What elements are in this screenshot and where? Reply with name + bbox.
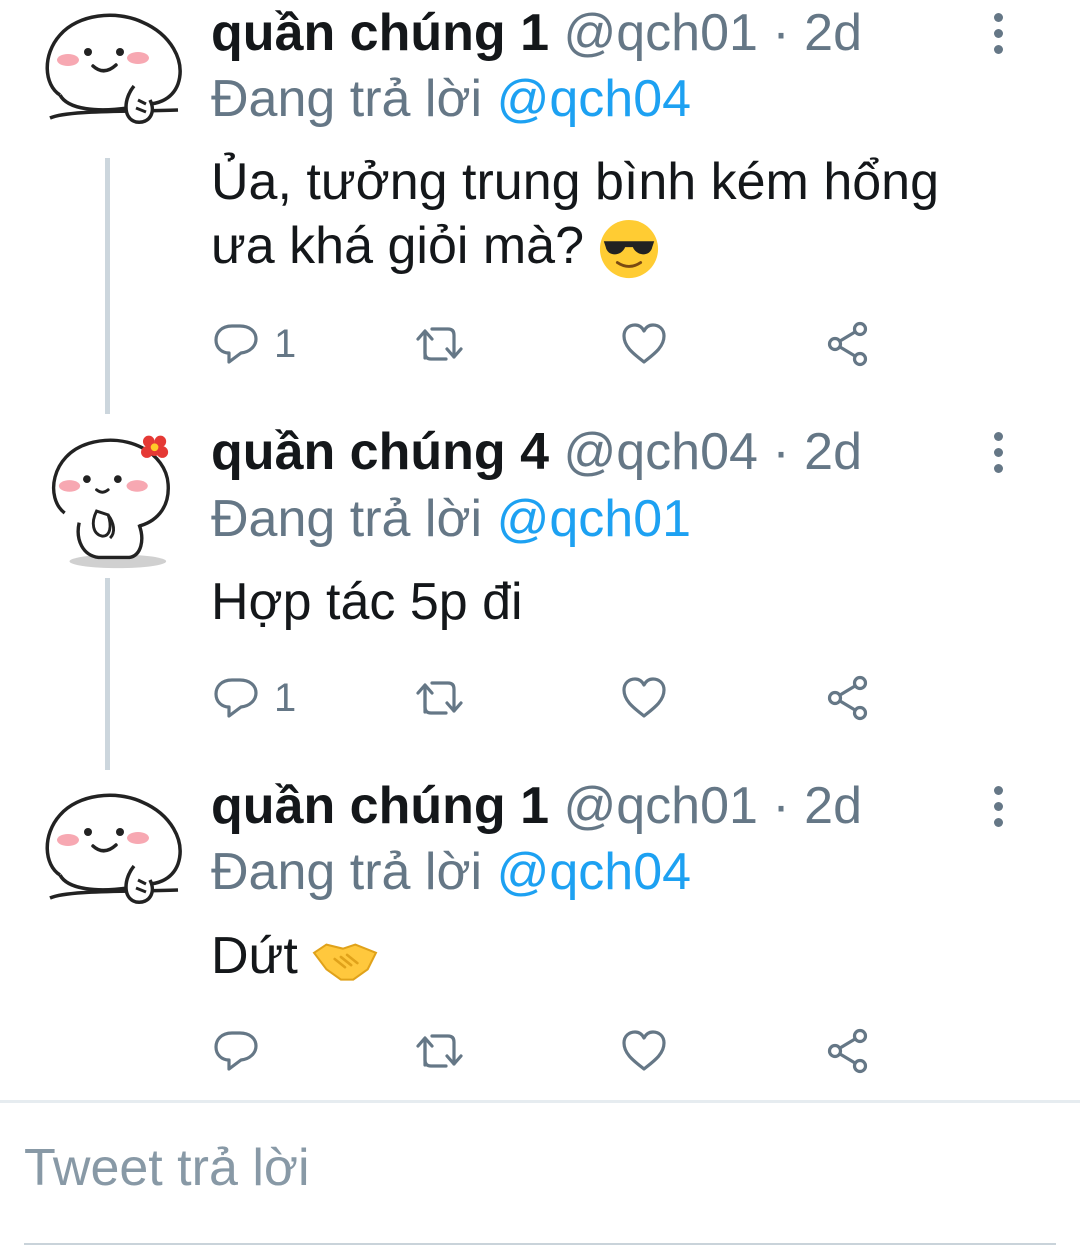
like-button[interactable] — [620, 1021, 668, 1081]
share-button[interactable] — [824, 314, 872, 374]
reply-button[interactable]: 1 — [212, 314, 296, 374]
more-options-icon[interactable] — [972, 776, 1024, 836]
replying-to: Đang trả lời @qch04 — [211, 842, 691, 902]
tweet-actions — [210, 1021, 910, 1081]
separator: · — [772, 423, 790, 481]
retweet-button[interactable] — [412, 1021, 468, 1081]
avatar[interactable] — [38, 0, 188, 130]
replying-handle[interactable]: @qch04 — [497, 70, 691, 128]
display-name[interactable]: quần chúng 1 — [211, 4, 549, 62]
reply-count: 1 — [274, 321, 297, 366]
reply-composer-input[interactable]: Tweet trả lời — [24, 1138, 310, 1198]
replying-prefix: Đang trả lời — [211, 70, 483, 128]
retweet-icon — [412, 320, 468, 368]
avatar[interactable] — [38, 426, 188, 571]
tweet-actions: 1 — [210, 668, 910, 728]
tweet-header: quần chúng 1 @qch01 · 2d — [211, 3, 862, 63]
share-icon — [824, 1027, 872, 1075]
timestamp[interactable]: 2d — [804, 4, 862, 62]
more-options-icon[interactable] — [972, 3, 1024, 63]
thread-line — [105, 158, 110, 414]
tweet-text-content: Dứt — [211, 927, 298, 985]
replying-prefix: Đang trả lời — [211, 490, 483, 548]
share-icon — [824, 320, 872, 368]
like-button[interactable] — [620, 668, 668, 728]
like-button[interactable] — [620, 314, 668, 374]
more-options-icon[interactable] — [972, 422, 1024, 482]
reply-icon — [212, 1027, 260, 1075]
heart-icon — [620, 1027, 668, 1075]
reply-button[interactable] — [212, 1021, 274, 1081]
handshake-emoji-icon — [312, 934, 378, 984]
timestamp[interactable]: 2d — [804, 777, 862, 835]
thread-line — [105, 578, 110, 770]
tweet-text: Dứt — [211, 924, 1011, 988]
avatar[interactable] — [38, 780, 188, 910]
display-name[interactable]: quần chúng 4 — [211, 423, 549, 481]
heart-icon — [620, 320, 668, 368]
sunglasses-emoji-icon — [598, 218, 660, 280]
tweet-text: Ủa, tưởng trung bình kém hổng ưa khá giỏ… — [211, 150, 1011, 280]
retweet-icon — [412, 674, 468, 722]
replying-handle[interactable]: @qch04 — [497, 843, 691, 901]
reply-count: 1 — [274, 675, 297, 720]
share-icon — [824, 674, 872, 722]
composer-underline — [24, 1243, 1056, 1245]
tweet-actions: 1 — [210, 314, 910, 374]
user-handle[interactable]: @qch04 — [563, 423, 757, 481]
tweet-text-content: Ủa, tưởng trung bình kém hổng ưa khá giỏ… — [211, 153, 939, 275]
retweet-button[interactable] — [412, 314, 468, 374]
tweet-header: quần chúng 1 @qch01 · 2d — [211, 776, 862, 836]
timestamp[interactable]: 2d — [804, 423, 862, 481]
replying-prefix: Đang trả lời — [211, 843, 483, 901]
reply-icon — [212, 674, 260, 722]
display-name[interactable]: quần chúng 1 — [211, 777, 549, 835]
retweet-button[interactable] — [412, 668, 468, 728]
separator: · — [772, 777, 790, 835]
reply-button[interactable]: 1 — [212, 668, 296, 728]
user-handle[interactable]: @qch01 — [563, 777, 757, 835]
heart-icon — [620, 674, 668, 722]
share-button[interactable] — [824, 668, 872, 728]
retweet-icon — [412, 1027, 468, 1075]
replying-to: Đang trả lời @qch04 — [211, 69, 691, 129]
composer-divider — [0, 1100, 1080, 1103]
separator: · — [772, 4, 790, 62]
user-handle[interactable]: @qch01 — [563, 4, 757, 62]
replying-handle[interactable]: @qch01 — [497, 490, 691, 548]
share-button[interactable] — [824, 1021, 872, 1081]
replying-to: Đang trả lời @qch01 — [211, 489, 691, 549]
tweet-text-content: Hợp tác 5p đi — [211, 573, 523, 631]
reply-icon — [212, 320, 260, 368]
tweet-header: quần chúng 4 @qch04 · 2d — [211, 422, 862, 482]
tweet-text: Hợp tác 5p đi — [211, 570, 1011, 634]
